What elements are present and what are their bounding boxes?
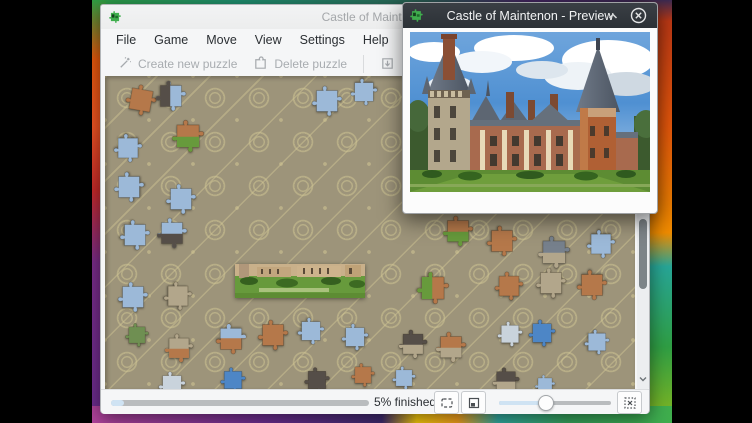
- preview-window: Castle of Maintenon - Preview: [402, 2, 658, 214]
- desktop: Castle of Maintenon FileGameMoveViewSett…: [0, 0, 752, 423]
- preview-toggle-icon: [440, 396, 454, 410]
- close-button[interactable]: [630, 7, 647, 24]
- puzzle-piece[interactable]: [163, 181, 199, 217]
- puzzle-piece[interactable]: [490, 365, 522, 389]
- puzzle-piece[interactable]: [533, 373, 557, 389]
- puzzle-piece[interactable]: [349, 361, 377, 389]
- puzzle-piece[interactable]: [584, 227, 618, 261]
- puzzle-piece[interactable]: [492, 269, 526, 303]
- puzzle-piece[interactable]: [390, 364, 418, 389]
- menu-item-game[interactable]: Game: [145, 30, 197, 50]
- shade-button[interactable]: [604, 7, 621, 24]
- zoom-slider-handle[interactable]: [538, 395, 554, 411]
- puzzle-piece[interactable]: [302, 365, 332, 389]
- menu-item-view[interactable]: View: [246, 30, 291, 50]
- palapeli-app-icon: [108, 10, 122, 24]
- overview-icon: [467, 396, 481, 410]
- create-new-puzzle-label: Create new puzzle: [138, 57, 237, 71]
- puzzle-piece[interactable]: [111, 131, 145, 165]
- puzzle-piece[interactable]: [414, 269, 452, 307]
- delete-puzzle-button[interactable]: Delete puzzle: [245, 53, 355, 74]
- menu-item-move[interactable]: Move: [197, 30, 246, 50]
- puzzle-piece[interactable]: [154, 215, 190, 251]
- menu-item-settings[interactable]: Settings: [291, 30, 354, 50]
- puzzle-piece[interactable]: [213, 321, 249, 357]
- scrollbar-thumb[interactable]: [639, 219, 647, 289]
- castle-preview-image: [410, 32, 650, 192]
- puzzle-piece[interactable]: [339, 321, 371, 353]
- puzzle-piece[interactable]: [169, 117, 207, 155]
- puzzle-progress-bar: [111, 400, 369, 406]
- fit-view-icon: [623, 396, 637, 410]
- menu-item-help[interactable]: Help: [354, 30, 398, 50]
- palapeli-app-icon: [409, 8, 424, 23]
- puzzle-piece[interactable]: [161, 279, 195, 313]
- puzzle-piece[interactable]: [255, 317, 291, 353]
- puzzle-piece[interactable]: [433, 329, 469, 365]
- delete-puzzle-icon: [253, 56, 268, 71]
- puzzle-piece[interactable]: [495, 319, 525, 349]
- puzzle-piece[interactable]: [582, 327, 612, 357]
- shade-icon: [607, 10, 619, 22]
- puzzle-piece[interactable]: [574, 267, 610, 303]
- puzzle-piece[interactable]: [115, 279, 151, 315]
- puzzle-piece[interactable]: [123, 321, 151, 349]
- puzzle-piece[interactable]: [533, 265, 569, 301]
- fit-to-view-button[interactable]: [617, 391, 642, 414]
- puzzle-piece[interactable]: [295, 315, 327, 347]
- create-new-puzzle-button[interactable]: Create new puzzle: [109, 53, 245, 74]
- puzzle-piece[interactable]: [218, 365, 248, 389]
- magic-wand-icon: [117, 56, 132, 71]
- assembled-pieces[interactable]: [235, 264, 365, 298]
- puzzle-piece[interactable]: [153, 78, 189, 114]
- show-overview-button[interactable]: [461, 391, 486, 414]
- puzzle-piece[interactable]: [348, 76, 380, 108]
- puzzle-piece[interactable]: [162, 331, 196, 365]
- puzzle-piece[interactable]: [440, 213, 476, 249]
- zoom-slider[interactable]: [499, 401, 611, 405]
- toolbar-separator: [363, 55, 364, 73]
- close-icon: [630, 7, 647, 24]
- import-icon: [380, 56, 395, 71]
- puzzle-piece[interactable]: [309, 83, 345, 119]
- puzzle-piece[interactable]: [396, 327, 430, 361]
- preview-titlebar[interactable]: Castle of Maintenon - Preview: [403, 3, 657, 28]
- preview-image-frame: [410, 32, 650, 200]
- statusbar: 5% finished: [101, 389, 649, 414]
- puzzle-piece[interactable]: [484, 223, 520, 259]
- progress-label: 5% finished: [374, 395, 436, 409]
- puzzle-piece[interactable]: [526, 317, 558, 349]
- menu-item-file[interactable]: File: [107, 30, 145, 50]
- puzzle-piece[interactable]: [111, 169, 147, 205]
- puzzle-piece[interactable]: [156, 369, 188, 389]
- delete-puzzle-label: Delete puzzle: [274, 57, 347, 71]
- puzzle-piece[interactable]: [117, 217, 153, 253]
- puzzle-progress-fill: [111, 400, 124, 406]
- scroll-down-arrow-icon[interactable]: [638, 373, 648, 385]
- toggle-preview-button[interactable]: [434, 391, 459, 414]
